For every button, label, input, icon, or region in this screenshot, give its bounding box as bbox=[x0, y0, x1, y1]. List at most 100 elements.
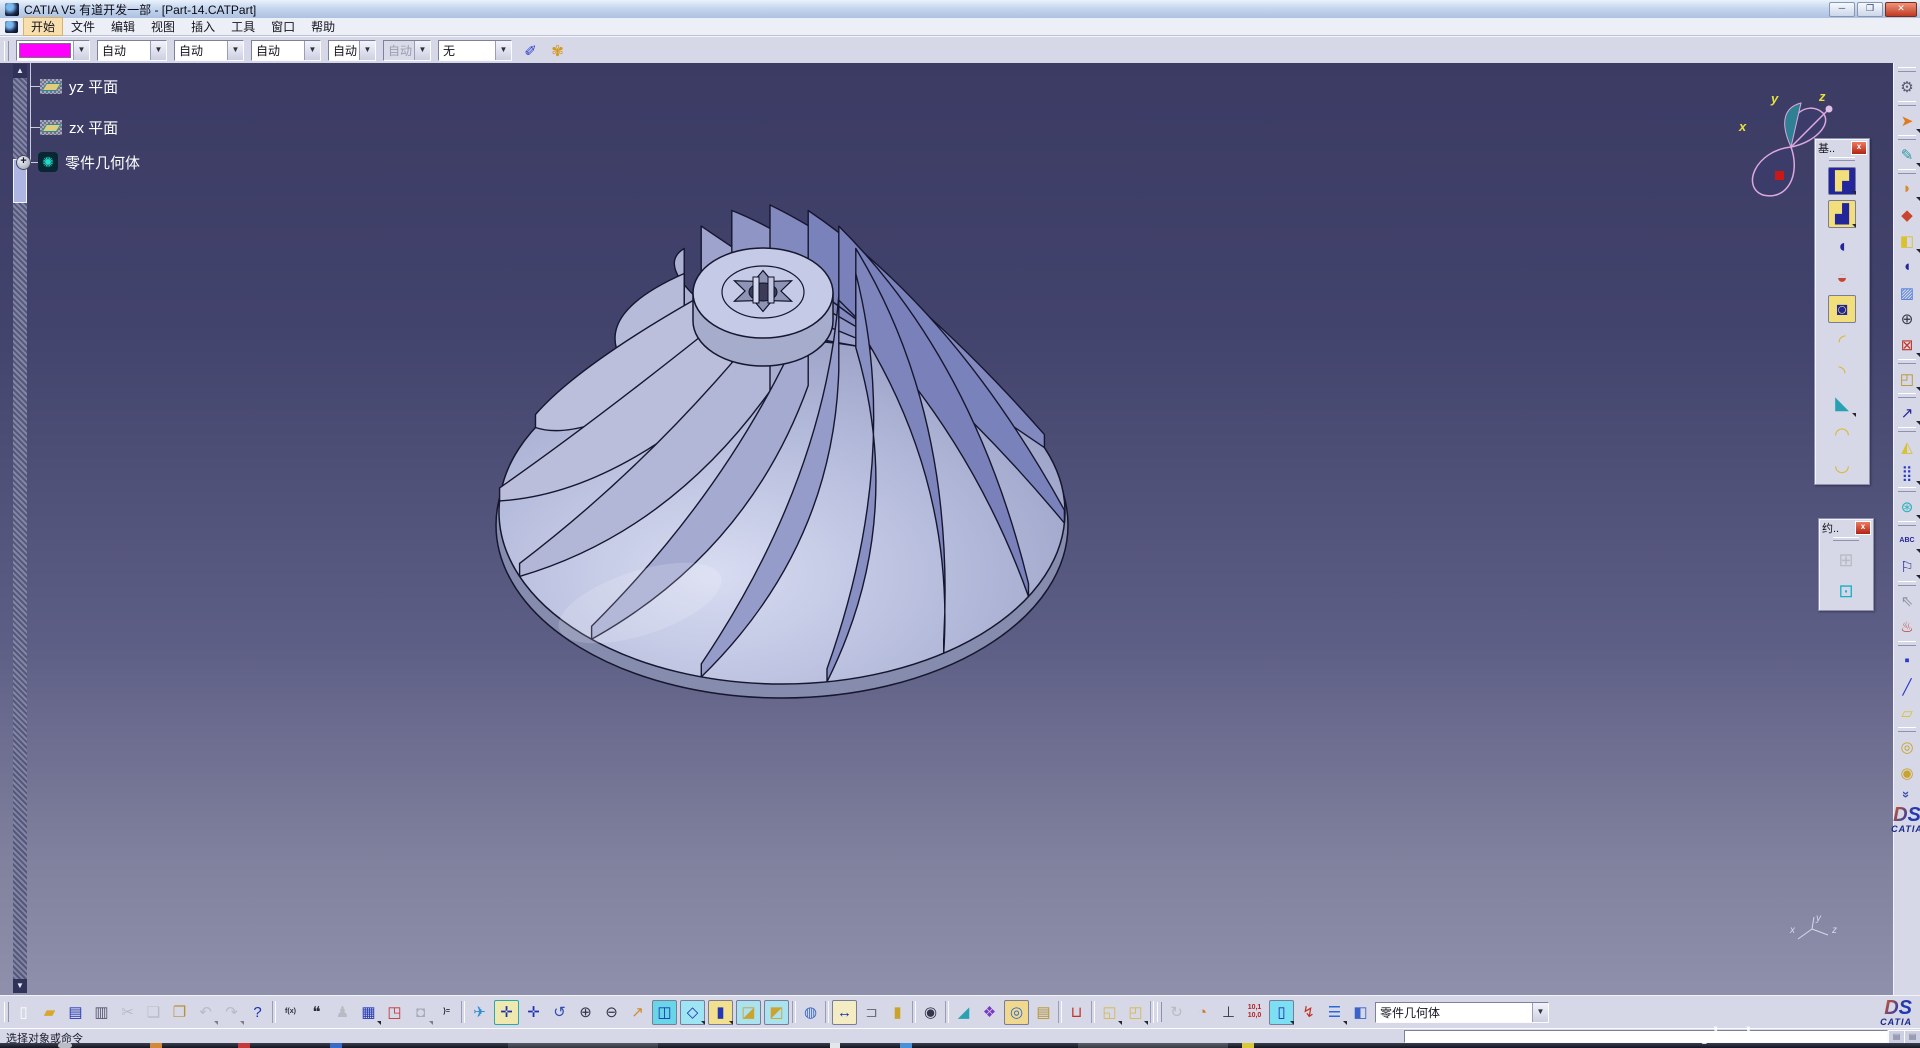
remove-face-icon[interactable]: ⊠ bbox=[1896, 333, 1919, 356]
mirror-icon[interactable]: ◭ bbox=[1896, 435, 1919, 458]
new-document-icon[interactable]: ▯ bbox=[12, 1001, 35, 1024]
sew-surface-icon[interactable]: ◰ bbox=[1896, 367, 1919, 390]
maximize-button[interactable]: ❐ bbox=[1857, 2, 1883, 17]
scroll-up-arrow[interactable]: ▲ bbox=[13, 64, 27, 78]
measure-item-icon[interactable]: ⊐ bbox=[860, 1001, 883, 1024]
painter-wizard-icon[interactable]: ✾ bbox=[546, 39, 569, 62]
scroll-down-arrow[interactable]: ▼ bbox=[13, 979, 27, 993]
fly-mode-icon[interactable]: ✈ bbox=[468, 1001, 491, 1024]
flag-note-icon[interactable]: ⚐ bbox=[1896, 555, 1919, 578]
redo-icon[interactable]: ↷ bbox=[220, 1001, 243, 1024]
pad-icon[interactable]: ▛ bbox=[1828, 167, 1856, 195]
measure-arrow-icon[interactable]: ⇖ bbox=[1896, 589, 1919, 612]
mean-dimensions-icon[interactable]: 10,1 10,0 bbox=[1243, 1001, 1266, 1024]
compass-anchor[interactable] bbox=[1775, 171, 1784, 180]
shading-style-icon[interactable]: ▮ bbox=[708, 1000, 733, 1025]
menu-item-2[interactable]: 编辑 bbox=[103, 17, 143, 36]
graphic-combo-4[interactable]: 自动▼ bbox=[383, 40, 431, 61]
hidden-edges-icon[interactable]: ◩ bbox=[764, 1000, 789, 1025]
formula-fx-icon[interactable]: f(x) bbox=[279, 1001, 302, 1024]
view-rotation-icon[interactable]: ◍ bbox=[799, 1001, 822, 1024]
design-table-icon[interactable]: ▦ bbox=[357, 1001, 380, 1024]
line-icon[interactable]: ╱ bbox=[1896, 675, 1919, 698]
graphic-combo-2[interactable]: 自动▼ bbox=[251, 40, 321, 61]
slot-icon[interactable]: ◝ bbox=[1829, 359, 1855, 385]
more-tools-chevron[interactable]: » bbox=[1899, 791, 1914, 798]
removed-loft-icon[interactable]: ◡ bbox=[1829, 452, 1855, 478]
edge-fillet-icon[interactable]: ◗ bbox=[1896, 177, 1919, 200]
axis-system-icon[interactable]: ⊥ bbox=[1217, 1001, 1240, 1024]
tools-palette-icon[interactable]: ⚙ bbox=[1896, 75, 1919, 98]
fit-all-in-icon[interactable]: ✛ bbox=[494, 1000, 519, 1025]
lock-icon[interactable]: ◘ bbox=[409, 1001, 432, 1024]
close-icon[interactable]: x bbox=[1851, 141, 1867, 155]
close-icon[interactable]: x bbox=[1855, 521, 1871, 535]
measure-between-icon[interactable]: ↔ bbox=[832, 1000, 857, 1025]
impeller-model[interactable] bbox=[0, 63, 1893, 995]
tree-scrollbar[interactable]: ▲ ▼ bbox=[13, 64, 27, 993]
menu-item-5[interactable]: 工具 bbox=[223, 17, 263, 36]
save-icon[interactable]: ▤ bbox=[64, 1001, 87, 1024]
shading-edges-icon[interactable]: ◪ bbox=[736, 1000, 761, 1025]
update-all-icon[interactable]: ↻ bbox=[1165, 1001, 1188, 1024]
paste-icon[interactable]: ❐ bbox=[168, 1001, 191, 1024]
point-icon[interactable]: ▪ bbox=[1896, 649, 1919, 672]
minimize-button[interactable]: ─ bbox=[1829, 2, 1855, 17]
pan-icon[interactable]: ✛ bbox=[522, 1001, 545, 1024]
draft-angle-icon[interactable]: ◧ bbox=[1896, 229, 1919, 252]
groove-icon[interactable]: ◒ bbox=[1829, 264, 1855, 290]
menu-item-0[interactable]: 开始 bbox=[23, 17, 63, 36]
graphic-combo-5[interactable]: 无▼ bbox=[438, 40, 512, 61]
axis-system-target-icon[interactable]: ⊕ bbox=[1896, 307, 1919, 330]
command-input[interactable] bbox=[1404, 1030, 1888, 1043]
tree-item-2[interactable]: +✺零件几何体 bbox=[16, 149, 140, 175]
tree-expander-icon[interactable]: + bbox=[16, 155, 31, 170]
isometric-view-icon[interactable]: ◇ bbox=[680, 1000, 705, 1025]
catalog-icon[interactable]: ◉ bbox=[1896, 761, 1919, 784]
graphic-combo-0[interactable]: 自动▼ bbox=[97, 40, 167, 61]
multi-view-icon[interactable]: ◫ bbox=[652, 1000, 677, 1025]
insert-body-icon[interactable]: ▯ bbox=[1269, 1000, 1294, 1025]
tree-item-1[interactable]: zx 平面 bbox=[40, 114, 118, 140]
draft-analysis-icon[interactable]: ◢ bbox=[952, 1001, 975, 1024]
thread-analysis-icon[interactable]: ▤ bbox=[1032, 1001, 1055, 1024]
catalog-sketch-icon[interactable]: ◱ bbox=[1098, 1001, 1121, 1024]
status-aux-button-1[interactable]: ▤ bbox=[1888, 1030, 1905, 1044]
thickness-icon[interactable]: ▨ bbox=[1896, 281, 1919, 304]
close-button[interactable]: ✕ bbox=[1885, 2, 1917, 17]
manipulation-icon[interactable]: ◔ bbox=[1191, 1001, 1214, 1024]
menu-item-6[interactable]: 窗口 bbox=[263, 17, 303, 36]
rectangular-pattern-icon[interactable]: ⣿ bbox=[1896, 461, 1919, 484]
tree-expand-icon[interactable]: ☰ bbox=[1323, 1001, 1346, 1024]
menu-item-4[interactable]: 插入 bbox=[183, 17, 223, 36]
loft-icon[interactable]: ◠ bbox=[1829, 421, 1855, 447]
constraint-dialog-icon[interactable]: ⊞ bbox=[1833, 547, 1859, 573]
shaft-icon[interactable]: ◖ bbox=[1829, 233, 1855, 259]
translation-icon[interactable]: ↗ bbox=[1896, 401, 1919, 424]
shell-icon[interactable]: ◖ bbox=[1896, 255, 1919, 278]
viewport-3d[interactable]: ▲ ▼ yz 平面zx 平面+✺零件几何体 x y z x y z 基..x▛ bbox=[0, 63, 1893, 995]
tap-analysis-icon[interactable]: ◎ bbox=[1004, 1000, 1029, 1025]
constraint-icon[interactable]: ⊡ bbox=[1833, 578, 1859, 604]
current-body-combo[interactable]: 零件几何体▼ bbox=[1375, 1002, 1549, 1023]
hole-icon[interactable]: ◙ bbox=[1828, 295, 1856, 323]
select-arrow-icon[interactable]: ➤ bbox=[1896, 109, 1919, 132]
curvature-analysis-icon[interactable]: ❖ bbox=[978, 1001, 1001, 1024]
zoom-out-icon[interactable]: ⊖ bbox=[600, 1001, 623, 1024]
menu-item-3[interactable]: 视图 bbox=[143, 17, 183, 36]
whats-this-icon[interactable]: ? bbox=[246, 1001, 269, 1024]
tree-item-0[interactable]: yz 平面 bbox=[40, 73, 118, 99]
dynamic-sectioning-icon[interactable]: ⊔ bbox=[1065, 1001, 1088, 1024]
graphic-combo-3[interactable]: 自动▼ bbox=[328, 40, 376, 61]
rib-icon[interactable]: ◜ bbox=[1829, 328, 1855, 354]
relations-icon[interactable]: ◳ bbox=[383, 1001, 406, 1024]
graphic-combo-1[interactable]: 自动▼ bbox=[174, 40, 244, 61]
menu-item-7[interactable]: 帮助 bbox=[303, 17, 343, 36]
text-annotation-icon[interactable]: ABC bbox=[1896, 529, 1919, 552]
chamfer-icon[interactable]: ◆ bbox=[1896, 203, 1919, 226]
plane-icon[interactable]: ▱ bbox=[1896, 701, 1919, 724]
open-folder-icon[interactable]: ▰ bbox=[38, 1001, 61, 1024]
instantiate-document-icon[interactable]: ◰ bbox=[1124, 1001, 1147, 1024]
print-icon[interactable]: ▥ bbox=[90, 1001, 113, 1024]
apply-material-icon[interactable]: ♨ bbox=[1896, 615, 1919, 638]
